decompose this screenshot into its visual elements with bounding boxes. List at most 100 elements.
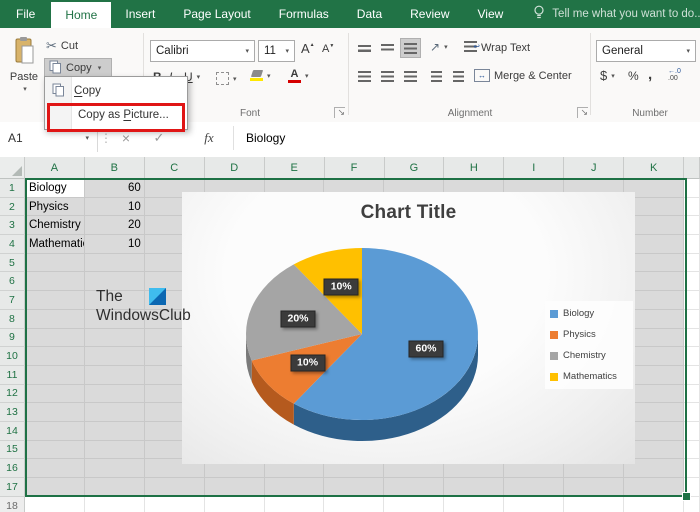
- shrink-font-button[interactable]: A ▼: [322, 43, 334, 55]
- row-header-14[interactable]: 14: [0, 422, 25, 441]
- alignment-dialog-launcher[interactable]: ↘: [577, 107, 588, 118]
- align-top-button[interactable]: [354, 38, 375, 58]
- cell-i17[interactable]: [504, 478, 564, 497]
- cell-a4[interactable]: Mathematics: [25, 235, 85, 254]
- font-color-button[interactable]: A ▾: [288, 69, 309, 83]
- align-left-button[interactable]: [354, 66, 375, 86]
- currency-button[interactable]: $ ▾: [600, 68, 615, 83]
- row-header-2[interactable]: 2: [0, 198, 25, 217]
- cell-b14[interactable]: [85, 422, 145, 441]
- column-header-b[interactable]: B: [85, 157, 145, 179]
- row-header-9[interactable]: 9: [0, 329, 25, 348]
- cell-b15[interactable]: [85, 441, 145, 460]
- column-header-g[interactable]: G: [385, 157, 445, 179]
- cell-g18[interactable]: [384, 497, 444, 512]
- cell-e18[interactable]: [265, 497, 325, 512]
- column-header-i[interactable]: I: [504, 157, 564, 179]
- cell-a7[interactable]: [25, 291, 85, 310]
- cell-c17[interactable]: [145, 478, 205, 497]
- copy-dropdown-icon[interactable]: ▾: [98, 64, 102, 72]
- increase-indent-button[interactable]: [448, 66, 469, 86]
- cell-h17[interactable]: [444, 478, 504, 497]
- cell-k18[interactable]: [624, 497, 684, 512]
- select-all-button[interactable]: [0, 157, 25, 179]
- row-header-4[interactable]: 4: [0, 235, 25, 254]
- cell-e17[interactable]: [265, 478, 325, 497]
- cell-a2[interactable]: Physics: [25, 198, 85, 217]
- fill-handle[interactable]: [682, 492, 691, 501]
- font-size-select[interactable]: 11 ▾: [258, 40, 295, 62]
- row-header-17[interactable]: 17: [0, 478, 25, 497]
- row-header-3[interactable]: 3: [0, 216, 25, 235]
- cell-b17[interactable]: [85, 478, 145, 497]
- insert-function-button[interactable]: fx: [196, 124, 222, 152]
- legend-item-physics[interactable]: Physics: [550, 329, 628, 340]
- cell-f17[interactable]: [324, 478, 384, 497]
- legend-item-chemistry[interactable]: Chemistry: [550, 350, 628, 361]
- row-header-12[interactable]: 12: [0, 385, 25, 404]
- cell-a14[interactable]: [25, 422, 85, 441]
- column-header-f[interactable]: F: [325, 157, 385, 179]
- tab-insert[interactable]: Insert: [111, 0, 169, 28]
- row-header-7[interactable]: 7: [0, 291, 25, 310]
- tab-formulas[interactable]: Formulas: [265, 0, 343, 28]
- pie-chart[interactable]: Chart Title 60%10%20%10% BiologyPhysicsC…: [182, 192, 635, 464]
- align-right-button[interactable]: [400, 66, 421, 86]
- row-header-13[interactable]: 13: [0, 403, 25, 422]
- cell-a12[interactable]: [25, 385, 85, 404]
- row-header-16[interactable]: 16: [0, 459, 25, 478]
- font-family-select[interactable]: Calibri ▾: [150, 40, 255, 62]
- cell-b4[interactable]: 10: [85, 235, 145, 254]
- row-header-6[interactable]: 6: [0, 272, 25, 291]
- cell-g17[interactable]: [384, 478, 444, 497]
- cell-c18[interactable]: [145, 497, 205, 512]
- legend-item-biology[interactable]: Biology: [550, 308, 628, 319]
- percent-button[interactable]: %: [628, 69, 639, 83]
- cell-j17[interactable]: [564, 478, 624, 497]
- cell-b2[interactable]: 10: [85, 198, 145, 217]
- cell-b1[interactable]: 60: [85, 179, 145, 198]
- align-middle-button[interactable]: [377, 38, 398, 58]
- increase-decimal-button[interactable]: ←.0 .00: [668, 68, 681, 82]
- cell-a8[interactable]: [25, 310, 85, 329]
- font-dialog-launcher[interactable]: ↘: [334, 107, 345, 118]
- cell-b13[interactable]: [85, 403, 145, 422]
- cell-b3[interactable]: 20: [85, 216, 145, 235]
- grow-font-button[interactable]: A ▲: [301, 41, 315, 56]
- formula-input[interactable]: Biology: [246, 124, 285, 152]
- wrap-text-button[interactable]: ↩ Wrap Text: [464, 41, 530, 55]
- merge-center-button[interactable]: ↔ Merge & Center: [474, 69, 572, 82]
- column-header-k[interactable]: K: [624, 157, 684, 179]
- cell-a13[interactable]: [25, 403, 85, 422]
- column-header-e[interactable]: E: [265, 157, 325, 179]
- cell-k17[interactable]: [624, 478, 684, 497]
- tab-home[interactable]: Home: [51, 2, 111, 28]
- row-header-18[interactable]: 18: [0, 497, 25, 512]
- row-header-8[interactable]: 8: [0, 310, 25, 329]
- tab-review[interactable]: Review: [396, 0, 463, 28]
- cell-a3[interactable]: Chemistry: [25, 216, 85, 235]
- cell-b10[interactable]: [85, 347, 145, 366]
- tab-page-layout[interactable]: Page Layout: [169, 0, 264, 28]
- cell-b16[interactable]: [85, 459, 145, 478]
- cell-b12[interactable]: [85, 385, 145, 404]
- cell-a15[interactable]: [25, 441, 85, 460]
- chart-legend[interactable]: BiologyPhysicsChemistryMathematics: [545, 301, 633, 389]
- row-header-5[interactable]: 5: [0, 254, 25, 273]
- cell-a6[interactable]: [25, 272, 85, 291]
- cell-a10[interactable]: [25, 347, 85, 366]
- cell-a11[interactable]: [25, 366, 85, 385]
- align-center-button[interactable]: [377, 66, 398, 86]
- cell-b5[interactable]: [85, 254, 145, 273]
- column-header-j[interactable]: J: [564, 157, 624, 179]
- cell-a17[interactable]: [25, 478, 85, 497]
- decrease-indent-button[interactable]: [426, 66, 447, 86]
- column-header-d[interactable]: D: [205, 157, 265, 179]
- column-header-h[interactable]: H: [444, 157, 504, 179]
- column-header-a[interactable]: A: [25, 157, 85, 179]
- row-header-11[interactable]: 11: [0, 366, 25, 385]
- tab-file[interactable]: File: [0, 0, 51, 28]
- row-header-10[interactable]: 10: [0, 347, 25, 366]
- orientation-button[interactable]: ↗ ▾: [430, 40, 448, 54]
- cell-j18[interactable]: [564, 497, 624, 512]
